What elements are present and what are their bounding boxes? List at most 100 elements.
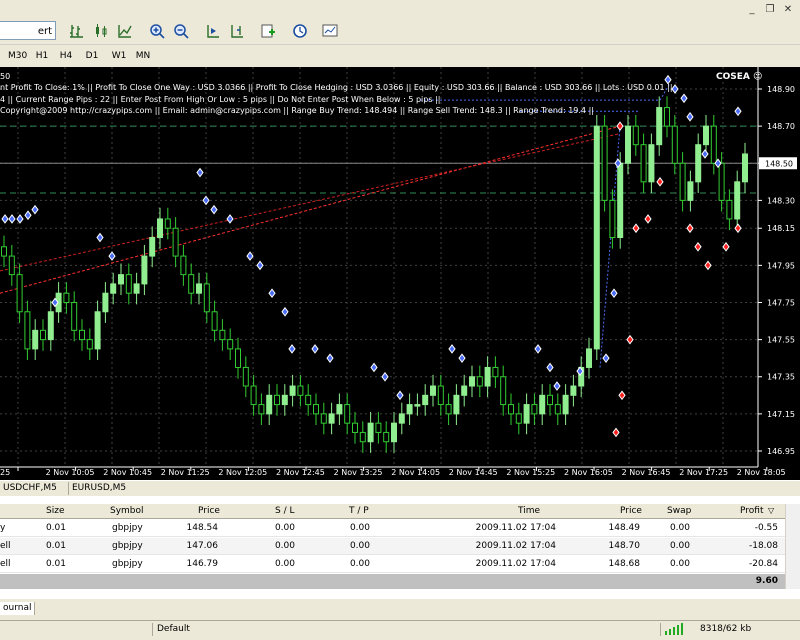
status-profile: Default (152, 623, 217, 636)
sell-marker (618, 390, 626, 401)
candle (196, 283, 202, 294)
sell-marker (704, 260, 712, 271)
price-tick-label: 147.35 (767, 373, 795, 382)
sell-marker (686, 223, 694, 234)
buy-marker (24, 210, 32, 221)
buy-marker (246, 251, 254, 261)
cell-swap: 0.00 (669, 523, 690, 533)
col-tp[interactable]: T / P (349, 504, 369, 518)
col-time[interactable]: Time (518, 504, 540, 518)
tab-journal[interactable]: ournal (0, 602, 36, 615)
buy-marker (381, 371, 389, 382)
candle (562, 394, 569, 415)
candle (554, 404, 561, 415)
chart-canvas[interactable]: 148.90 148.70 148.50 148.30 148.15 147.95 147.… (0, 67, 800, 480)
templates-icon[interactable] (322, 22, 340, 40)
col-price[interactable]: Price (198, 504, 220, 518)
zoom-in-icon[interactable] (148, 22, 166, 40)
window-controls: _ ❐ ✕ (744, 2, 796, 16)
buy-marker (202, 195, 210, 206)
terminal-panel: Size Symbol Price S / L T / P Time Price… (0, 496, 800, 599)
candle (219, 329, 226, 341)
buy-marker (108, 251, 116, 261)
cell-time: 2009.11.02 17:04 (475, 523, 556, 533)
chart-shift-icon[interactable] (204, 22, 222, 40)
time-tick-label: 2 Nov 14:05 (391, 468, 440, 477)
time-tick-label: 2 Nov 18:05 (737, 468, 786, 477)
candle (211, 311, 218, 331)
sell-marker (644, 214, 652, 224)
cell-time: 2009.11.02 17:04 (475, 559, 556, 569)
zoom-out-icon[interactable] (172, 22, 190, 40)
smiley-icon: ☺ (753, 72, 763, 82)
buy-marker (31, 204, 39, 215)
candle (492, 366, 499, 378)
tab-eurusd[interactable]: EURUSD,M5 (68, 482, 129, 495)
candlestick-icon[interactable] (92, 22, 110, 40)
table-header: Size Symbol Price S / L T / P Time Price… (0, 504, 800, 519)
bar-chart-icon[interactable] (68, 22, 86, 40)
candle (250, 385, 257, 406)
expert-advisors-button[interactable]: ert Advisors (0, 21, 56, 56)
price-tick-label: 147.15 (767, 410, 795, 419)
col-sl[interactable]: S / L (275, 504, 294, 518)
cell-sl: 0.00 (274, 523, 295, 533)
col-swap[interactable]: Swap (667, 504, 691, 518)
candle (679, 162, 686, 201)
terminal-scrollbar[interactable] (785, 504, 800, 589)
price-tick-label: 148.90 (767, 85, 795, 94)
col-profit[interactable]: Profit (740, 504, 763, 518)
cell-symbol: gbpjpy (112, 541, 143, 551)
col-size[interactable]: Size (46, 504, 64, 518)
periods-icon[interactable] (292, 22, 310, 40)
time-tick-label: 2 Nov 17:25 (679, 468, 728, 477)
buy-marker (458, 353, 466, 364)
trend-line (0, 133, 621, 272)
timeframe-h4[interactable]: H4 (58, 48, 74, 64)
candle (445, 404, 452, 415)
table-row[interactable]: ell 0.01 gbpjpy 146.79 0.00 0.00 2009.11.02 17… (0, 556, 800, 573)
minimize-icon[interactable]: _ (744, 2, 760, 16)
cell-size: 0.01 (45, 559, 66, 569)
autoscroll-icon[interactable] (228, 22, 246, 40)
candle (710, 125, 717, 164)
price-chart[interactable]: 148.90 148.70 148.50 148.30 148.15 147.95 147.… (0, 67, 800, 480)
candle (656, 107, 663, 146)
sell-marker (694, 241, 702, 252)
candle (352, 422, 358, 433)
cell-profit: -0.55 (754, 523, 778, 533)
timeframe-m30[interactable]: M30 (8, 48, 27, 64)
chart-price-header: 50 (0, 72, 11, 81)
timeframe-d1[interactable]: D1 (84, 48, 100, 64)
cell-tp: 0.00 (349, 559, 370, 569)
close-icon[interactable]: ✕ (780, 2, 796, 16)
indicators-icon[interactable] (260, 22, 278, 40)
timeframe-h1[interactable]: H1 (34, 48, 50, 64)
candle (422, 394, 429, 406)
sell-marker (632, 223, 640, 234)
title-bar: _ ❐ ✕ (0, 0, 800, 18)
candle (484, 366, 491, 387)
candle (453, 394, 460, 415)
table-row[interactable]: y 0.01 gbpjpy 148.54 0.00 0.00 2009.11.02 17:0… (0, 520, 800, 537)
cell-swap: 0.00 (669, 559, 690, 569)
candle (274, 394, 280, 406)
restore-icon[interactable]: ❐ (762, 2, 778, 16)
tab-usdchf[interactable]: USDCHF,M5 (0, 482, 60, 495)
timeframe-w1[interactable]: W1 (110, 48, 128, 64)
candle (344, 404, 351, 424)
buy-marker (680, 93, 688, 104)
candle (242, 366, 249, 387)
candle (500, 376, 507, 406)
timeframe-mn[interactable]: MN (134, 48, 152, 64)
line-chart-icon[interactable] (116, 22, 134, 40)
cell-price: 147.06 (186, 541, 219, 551)
cell-sl: 0.00 (274, 541, 295, 551)
candle (24, 311, 31, 350)
col-symbol[interactable]: Symbol (110, 504, 144, 518)
candle (141, 255, 148, 285)
candle (8, 255, 15, 276)
table-row[interactable]: ell 0.01 gbpjpy 147.06 0.00 0.00 2009.11.02 17… (0, 538, 800, 555)
col-current-price[interactable]: Price (620, 504, 642, 518)
candle (227, 339, 234, 350)
